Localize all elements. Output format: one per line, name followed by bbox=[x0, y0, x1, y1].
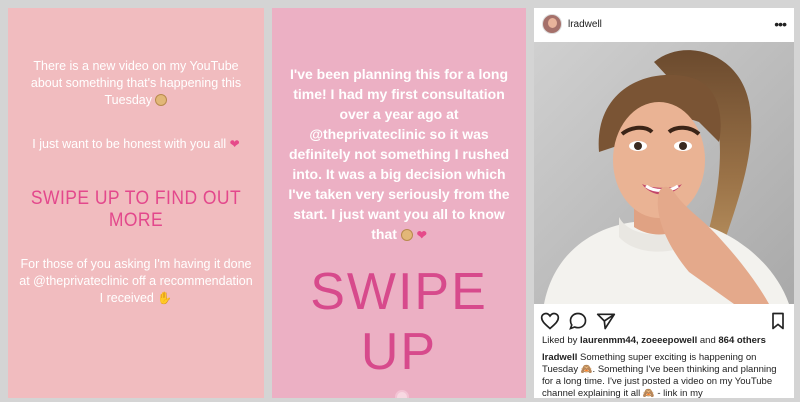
story1-line3: For those of you asking I'm having it do… bbox=[19, 257, 253, 305]
instagram-post: lradwell ••• Liked by laurenmm44, zoeeep… bbox=[534, 8, 794, 398]
likes-prefix: Liked by bbox=[542, 335, 581, 346]
post-caption: lradwell Something super exciting is hap… bbox=[542, 352, 788, 398]
story2-text: I've been planning this for a long time!… bbox=[288, 66, 510, 242]
post-photo[interactable] bbox=[534, 42, 794, 304]
post-username[interactable]: lradwell bbox=[568, 19, 774, 30]
heart-arrow-emoji-icon: ❤ bbox=[229, 137, 240, 151]
portrait-image bbox=[534, 42, 794, 304]
story1-swipe-text[interactable]: SWIPE UP TO FIND OUT MORE bbox=[27, 188, 244, 232]
likes-and: and bbox=[697, 335, 719, 346]
sparkling-heart-emoji-icon: ❤ bbox=[416, 228, 427, 242]
caption-text: Something super exciting is happening on… bbox=[542, 352, 777, 398]
caption-username[interactable]: lradwell bbox=[542, 352, 577, 363]
story-panel-2: I've been planning this for a long time!… bbox=[272, 8, 526, 398]
likes-users[interactable]: laurenmm44, zoeeepowell bbox=[580, 335, 697, 346]
story1-line2: I just want to be honest with you all ❤ bbox=[32, 137, 240, 151]
likes-count[interactable]: 864 others bbox=[718, 335, 766, 346]
heart-icon[interactable] bbox=[540, 311, 560, 331]
swipe-up-indicator[interactable] bbox=[395, 390, 409, 398]
likes-summary: Liked by laurenmm44, zoeeepowell and 864… bbox=[542, 335, 766, 346]
story2-swipe-text[interactable]: SWIPE UP bbox=[282, 262, 516, 382]
kiss-emoji-icon bbox=[400, 229, 413, 241]
comment-icon[interactable] bbox=[568, 311, 588, 331]
story-panel-1: There is a new video on my YouTube about… bbox=[8, 8, 264, 398]
post-actions bbox=[534, 310, 794, 332]
avatar[interactable] bbox=[542, 14, 562, 34]
raised-hands-emoji-icon: ✋ bbox=[157, 291, 173, 305]
post-header: lradwell ••• bbox=[534, 8, 794, 40]
bookmark-icon[interactable] bbox=[768, 311, 788, 331]
monkey-emoji-icon bbox=[155, 94, 168, 106]
share-icon[interactable] bbox=[596, 311, 616, 331]
story1-line1: There is a new video on my YouTube about… bbox=[30, 59, 242, 107]
ellipsis-icon[interactable]: ••• bbox=[774, 17, 787, 31]
